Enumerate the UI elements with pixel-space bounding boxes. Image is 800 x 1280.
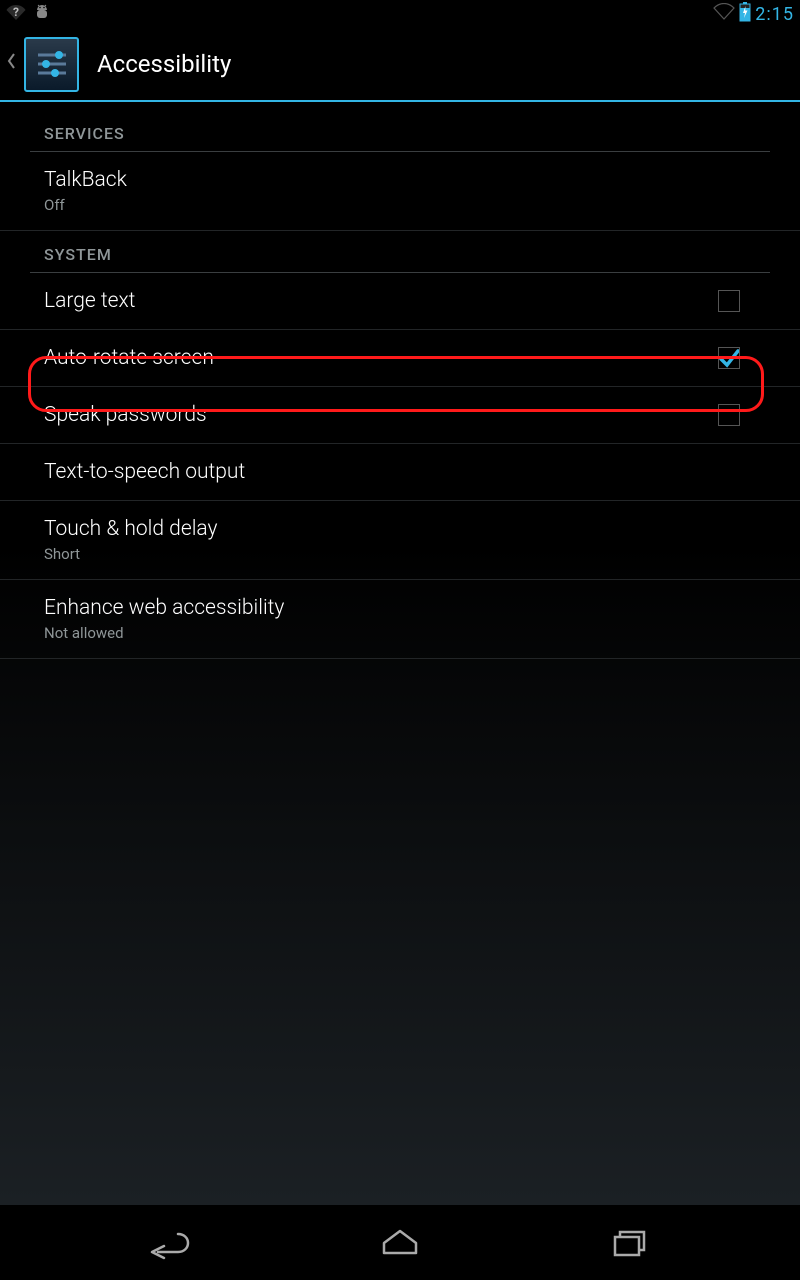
nav-recents-button[interactable] (570, 1213, 690, 1273)
item-title: Large text (44, 289, 748, 313)
item-title: Touch & hold delay (44, 517, 748, 541)
android-debug-icon (32, 3, 52, 25)
checkbox-auto-rotate[interactable] (718, 347, 740, 369)
item-speak-passwords[interactable]: Speak passwords (0, 387, 800, 444)
action-bar: Accessibility (0, 28, 800, 100)
status-bar: ? 2:15 (0, 0, 800, 28)
nav-back-button[interactable] (110, 1213, 230, 1273)
item-title: Enhance web accessibility (44, 596, 748, 620)
item-tts-output[interactable]: Text-to-speech output (0, 444, 800, 501)
navigation-bar (0, 1205, 800, 1280)
nav-home-button[interactable] (340, 1213, 460, 1273)
svg-text:?: ? (13, 5, 19, 19)
item-subtitle: Not allowed (44, 624, 748, 642)
item-auto-rotate[interactable]: Auto-rotate screen (0, 330, 800, 387)
action-bar-up-button[interactable]: Accessibility (6, 37, 231, 92)
status-clock: 2:15 (755, 4, 794, 25)
item-subtitle: Short (44, 545, 748, 563)
item-large-text[interactable]: Large text (0, 273, 800, 330)
item-talkback[interactable]: TalkBack Off (0, 152, 800, 231)
battery-charging-icon (739, 2, 751, 26)
section-header-services: SERVICES (0, 110, 800, 151)
item-title: Text-to-speech output (44, 460, 748, 484)
item-enhance-web-accessibility[interactable]: Enhance web accessibility Not allowed (0, 580, 800, 659)
checkbox-large-text[interactable] (718, 290, 740, 312)
back-caret-icon (6, 51, 16, 77)
no-signal-icon: ? (6, 3, 26, 25)
screen-title: Accessibility (97, 50, 231, 78)
item-touch-hold-delay[interactable]: Touch & hold delay Short (0, 501, 800, 580)
settings-list[interactable]: SERVICES TalkBack Off SYSTEM Large text … (0, 102, 800, 1205)
checkbox-speak-passwords[interactable] (718, 404, 740, 426)
item-title: Speak passwords (44, 403, 748, 427)
section-header-system: SYSTEM (0, 231, 800, 272)
item-subtitle: Off (44, 196, 748, 214)
item-title: Auto-rotate screen (44, 346, 748, 370)
item-title: TalkBack (44, 168, 748, 192)
settings-app-icon (24, 37, 79, 92)
wifi-icon (713, 3, 735, 25)
